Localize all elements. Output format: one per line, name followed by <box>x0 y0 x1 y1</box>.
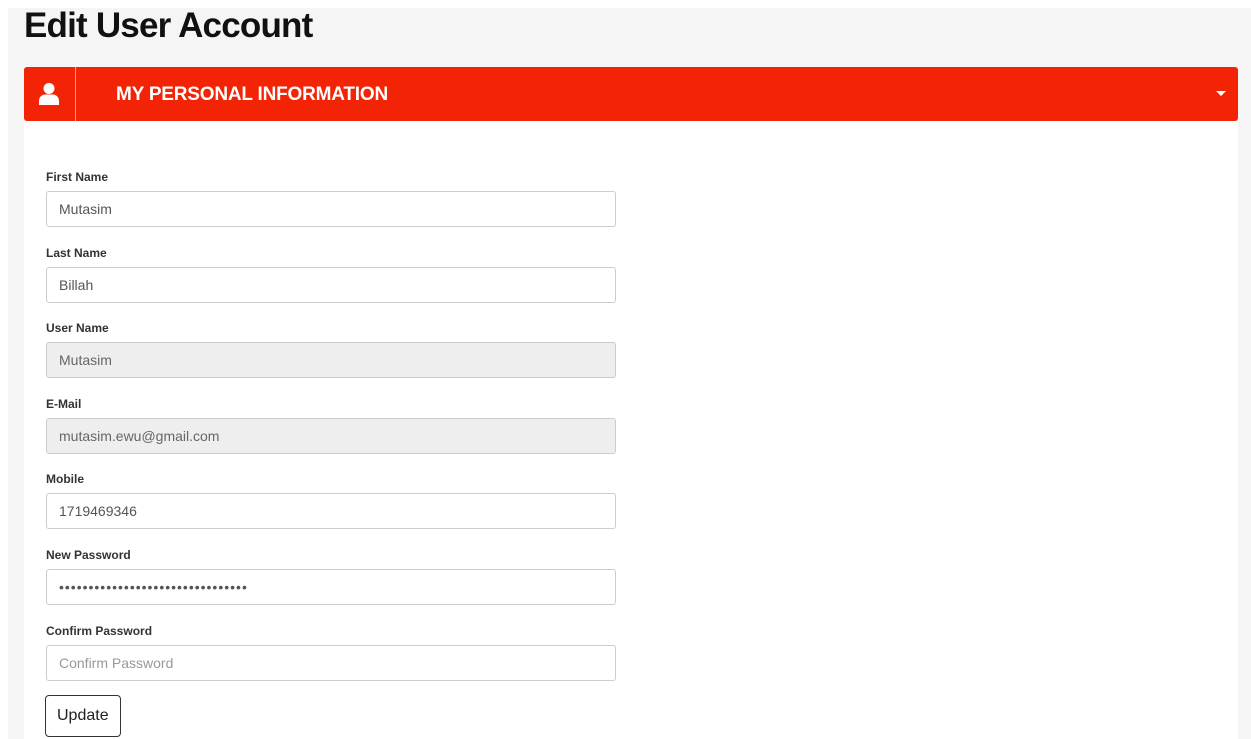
mobile-input[interactable] <box>46 493 616 529</box>
last-name-group: Last Name <box>46 245 616 303</box>
user-name-group: User Name <box>46 320 616 378</box>
mobile-group: Mobile <box>46 471 616 529</box>
email-label: E-Mail <box>46 397 82 411</box>
confirm-password-label: Confirm Password <box>46 624 153 638</box>
caret-down-icon[interactable] <box>1216 91 1226 96</box>
confirm-password-group: Confirm Password <box>46 623 616 681</box>
update-button[interactable]: Update <box>45 695 121 737</box>
new-password-input[interactable] <box>46 569 616 605</box>
last-name-label: Last Name <box>46 246 107 260</box>
first-name-input[interactable] <box>46 191 616 227</box>
user-icon <box>39 83 59 105</box>
mobile-label: Mobile <box>46 472 84 486</box>
last-name-input[interactable] <box>46 267 616 303</box>
user-name-input <box>46 342 616 378</box>
first-name-group: First Name <box>46 169 616 227</box>
personal-info-form: First Name Last Name User Name E-Mail Mo… <box>24 121 1238 739</box>
new-password-group: New Password <box>46 547 616 605</box>
panel-icon-cell <box>24 67 76 121</box>
first-name-label: First Name <box>46 170 109 184</box>
personal-info-panel-header[interactable]: MY PERSONAL INFORMATION <box>24 67 1238 121</box>
page-title: Edit User Account <box>24 6 313 45</box>
user-name-label: User Name <box>46 321 109 335</box>
new-password-label: New Password <box>46 548 131 562</box>
confirm-password-input[interactable] <box>46 645 616 681</box>
panel-title: MY PERSONAL INFORMATION <box>116 84 388 105</box>
email-group: E-Mail <box>46 396 616 454</box>
page: Edit User Account MY PERSONAL INFORMATIO… <box>0 0 1251 739</box>
email-input <box>46 418 616 454</box>
